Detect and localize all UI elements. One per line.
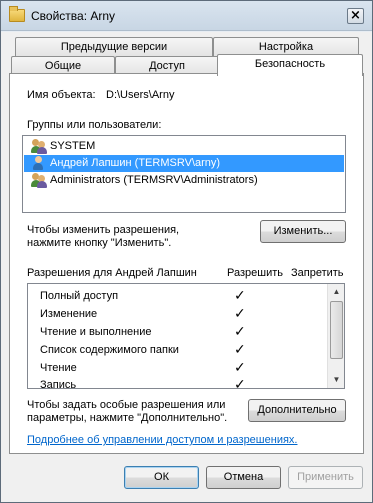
edit-button[interactable]: Изменить... <box>260 220 346 243</box>
window-title: Свойства: Arny <box>31 9 116 23</box>
list-item[interactable]: Administrators (TERMSRV\Administrators) <box>24 172 344 189</box>
tab-label: Предыдущие версии <box>60 41 168 53</box>
allow-check-icon: ✓ <box>234 360 246 376</box>
allow-check-icon: ✓ <box>234 377 246 389</box>
change-hint-line1: Чтобы изменить разрешения, <box>27 224 180 236</box>
tab-label: Настройка <box>258 41 314 53</box>
advanced-hint-line1: Чтобы задать особые разрешения или <box>27 399 226 411</box>
scroll-thumb[interactable] <box>330 301 343 359</box>
user-icon <box>32 156 46 171</box>
scroll-up-icon[interactable]: ▲ <box>329 284 344 300</box>
tab-label: Безопасность <box>254 58 326 70</box>
allow-column-header: Разрешить <box>227 267 283 279</box>
tab-security[interactable]: Безопасность <box>217 54 363 76</box>
object-name-label: Имя объекта: <box>27 89 96 101</box>
users-group-icon <box>31 173 47 188</box>
properties-dialog: Свойства: Arny × Предыдущие версии Настр… <box>0 0 373 503</box>
change-hint-line2: нажмите кнопку "Изменить". <box>27 237 172 249</box>
permission-row: Полный доступ ✓ <box>28 287 328 305</box>
allow-check-icon: ✓ <box>234 288 246 304</box>
advanced-button[interactable]: Дополнительно <box>248 399 346 422</box>
permissions-scrollbar[interactable]: ▲ ▼ <box>327 284 344 388</box>
scroll-down-icon[interactable]: ▼ <box>329 372 344 388</box>
object-name-value: D:\Users\Arny <box>106 89 175 101</box>
allow-check-icon: ✓ <box>234 306 246 322</box>
list-item-selected[interactable]: Андрей Лапшин (TERMSRV\arny) <box>24 155 344 172</box>
permission-name: Чтение <box>40 362 77 374</box>
ok-button[interactable]: ОК <box>124 466 199 489</box>
close-button[interactable]: × <box>347 8 364 24</box>
permission-row: Изменение ✓ <box>28 305 328 323</box>
deny-column-header: Запретить <box>291 267 344 279</box>
close-icon: × <box>350 8 361 23</box>
list-item-label: Андрей Лапшин (TERMSRV\arny) <box>50 157 221 169</box>
permission-row: Запись ✓ <box>28 376 328 389</box>
list-item-label: SYSTEM <box>50 140 96 152</box>
advanced-hint-line2: параметры, нажмите "Дополнительно". <box>27 412 228 424</box>
allow-check-icon: ✓ <box>234 324 246 340</box>
list-item-label: Administrators (TERMSRV\Administrators) <box>50 174 258 186</box>
permission-name: Полный доступ <box>40 290 119 302</box>
permission-name: Изменение <box>40 308 98 320</box>
groups-label: Группы или пользователи: <box>27 119 162 131</box>
permission-name: Чтение и выполнение <box>40 326 152 338</box>
tab-label: Общие <box>44 60 82 72</box>
tab-previous-versions[interactable]: Предыдущие версии <box>15 37 213 57</box>
list-item[interactable]: SYSTEM <box>24 138 344 155</box>
apply-button[interactable]: Применить <box>288 466 363 489</box>
permission-row: Чтение и выполнение ✓ <box>28 323 328 341</box>
permission-row: Чтение ✓ <box>28 359 328 377</box>
users-group-icon <box>31 139 47 154</box>
permissions-header: Разрешения для Андрей Лапшин <box>27 267 197 279</box>
allow-check-icon: ✓ <box>234 342 246 358</box>
access-control-help-link[interactable]: Подробнее об управлении доступом и разре… <box>27 434 297 446</box>
folder-icon <box>9 6 25 22</box>
title-bar[interactable]: Свойства: Arny × <box>1 1 372 31</box>
permission-row: Список содержимого папки ✓ <box>28 341 328 359</box>
permission-name: Запись <box>40 379 77 389</box>
tab-label: Доступ <box>149 60 185 72</box>
groups-listbox[interactable]: SYSTEM Андрей Лапшин (TERMSRV\arny) Admi… <box>22 135 346 213</box>
permission-name: Список содержимого папки <box>40 344 179 356</box>
cancel-button[interactable]: Отмена <box>206 466 281 489</box>
permissions-list[interactable]: Полный доступ ✓ Изменение ✓ Чтение и вып… <box>27 283 345 389</box>
